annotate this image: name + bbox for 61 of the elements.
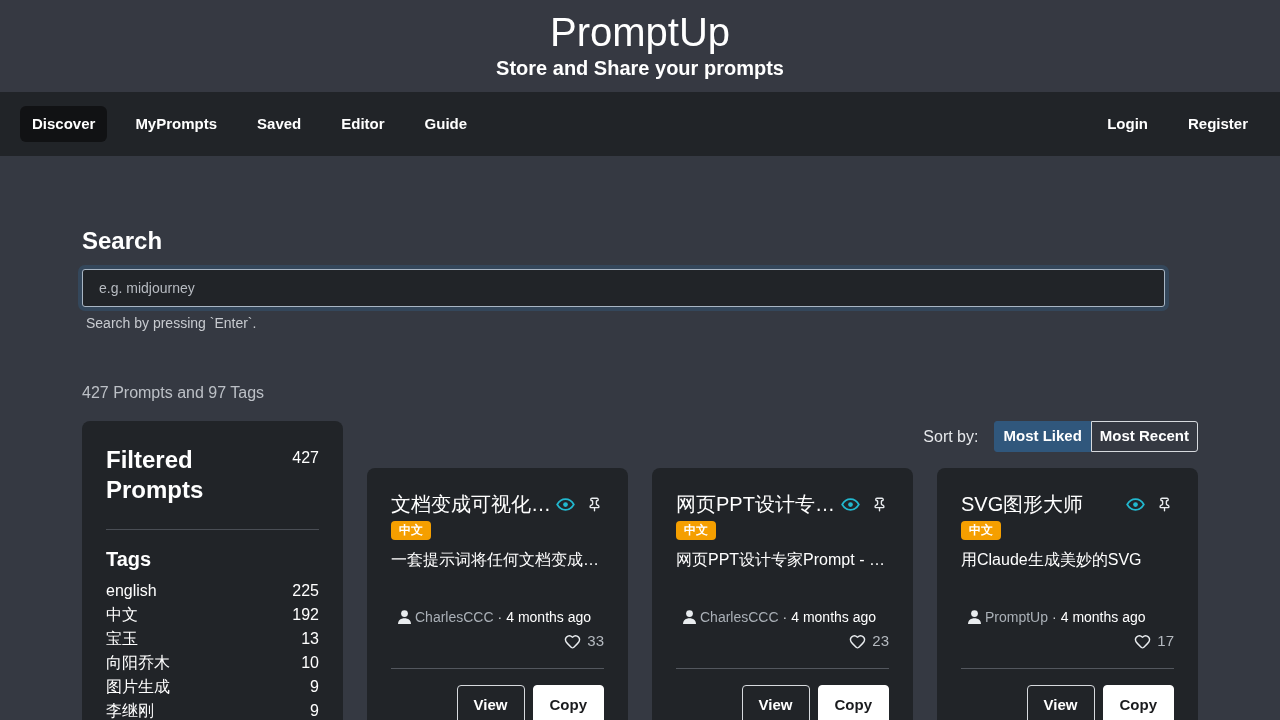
copy-button[interactable]: Copy <box>532 685 604 720</box>
nav-tab[interactable]: Guide <box>412 106 480 142</box>
nav-tab[interactable]: MyPrompts <box>123 106 230 142</box>
separator-dot: · <box>1052 607 1057 627</box>
account-link[interactable]: Register <box>1175 106 1260 142</box>
heart-icon[interactable] <box>1134 632 1152 650</box>
prompt-title[interactable]: SVG图形大师 <box>961 492 1084 516</box>
author-name[interactable]: CharlesCCC <box>415 606 494 628</box>
like-count: 23 <box>872 630 889 651</box>
search-heading: Search <box>82 226 163 256</box>
prompt-title[interactable]: 文档变成可视化… <box>391 492 551 516</box>
eye-icon[interactable] <box>841 497 860 511</box>
separator-dot: · <box>782 607 788 627</box>
separator-dot: · <box>497 607 503 627</box>
view-button[interactable]: View <box>1026 685 1095 720</box>
site-title: PromptUp <box>549 10 731 54</box>
heart-icon[interactable] <box>849 632 867 650</box>
pin-icon[interactable] <box>587 496 602 512</box>
search-hint: Search by pressing `Enter`. <box>86 314 257 333</box>
nav-tab[interactable]: Saved <box>245 106 314 142</box>
tag-filter-item[interactable]: 向阳乔木 10 <box>106 651 319 675</box>
post-time: 4 months ago <box>506 607 592 627</box>
tag-filter-item[interactable]: 宝玉 13 <box>106 627 319 651</box>
prompt-description: 网页PPT设计专家Prompt - … <box>676 550 885 570</box>
view-button[interactable]: View <box>456 685 525 720</box>
copy-button[interactable]: Copy <box>1102 685 1174 720</box>
like-count: 17 <box>1157 630 1174 651</box>
prompt-summary: 427 Prompts and 97 Tags <box>82 383 265 403</box>
tag-filter-item[interactable]: 李继刚 9 <box>106 699 319 720</box>
prompt-description: 用Claude生成美妙的SVG <box>961 550 1142 570</box>
post-time: 4 months ago <box>791 607 877 627</box>
filter-title: Filtered Prompts <box>106 445 205 505</box>
sort-label: Sort by: <box>923 426 979 447</box>
heart-icon[interactable] <box>564 632 582 650</box>
view-button[interactable]: View <box>741 685 810 720</box>
account-link[interactable]: Login <box>1095 106 1160 142</box>
prompt-title[interactable]: 网页PPT设计专… <box>676 492 835 516</box>
site-subtitle: Store and Share your prompts <box>496 56 784 80</box>
sort-option[interactable]: Most Recent <box>1090 421 1198 452</box>
search-field[interactable]: e.g. midjourney <box>82 269 1165 307</box>
eye-icon[interactable] <box>1126 497 1145 511</box>
user-icon <box>683 610 696 624</box>
sort-option[interactable]: Most Liked <box>994 421 1091 452</box>
tag-filter-item[interactable]: 图片生成 9 <box>106 675 319 699</box>
author-name[interactable]: CharlesCCC <box>700 606 779 628</box>
author-name[interactable]: PromptUp <box>985 606 1049 628</box>
copy-button[interactable]: Copy <box>817 685 889 720</box>
pin-icon[interactable] <box>1157 496 1172 512</box>
user-icon <box>398 610 411 624</box>
eye-icon[interactable] <box>556 497 575 511</box>
prompt-description: 一套提示词将任何文档变成… <box>391 550 599 570</box>
tags-heading: Tags <box>106 547 152 572</box>
post-time: 4 months ago <box>1060 607 1146 627</box>
tag-filter-item[interactable]: 中文 192 <box>106 603 319 627</box>
like-count: 33 <box>587 630 604 651</box>
tag-filter-item[interactable]: english 225 <box>106 579 319 603</box>
nav-tab[interactable]: Discover <box>20 106 108 142</box>
filter-count: 427 <box>292 448 319 468</box>
pin-icon[interactable] <box>872 496 887 512</box>
nav-tab[interactable]: Editor <box>329 106 397 142</box>
user-icon <box>968 610 981 624</box>
